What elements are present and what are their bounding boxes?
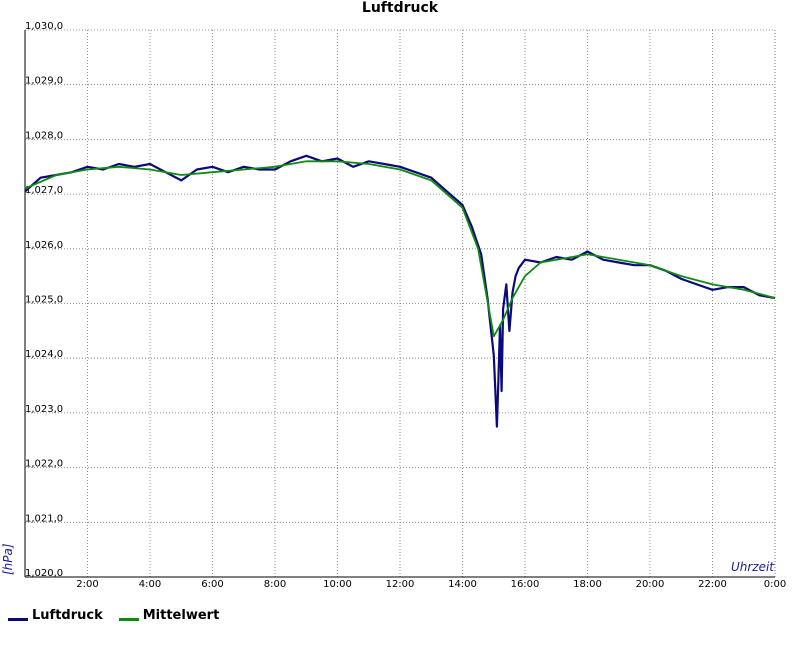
y-axis-ticks: 1,020,0 1,021,0 1,022,0 1,023,0 1,024,0 1,025… — [25, 21, 63, 579]
y-tick-label: 1,028,0 — [25, 130, 63, 141]
y-tick-label: 1,030,0 — [25, 21, 63, 32]
x-tick-label: 2:00 — [76, 579, 98, 590]
x-tick-label: 18:00 — [573, 579, 602, 590]
x-tick-label: 4:00 — [139, 579, 161, 590]
x-tick-label: 6:00 — [201, 579, 223, 590]
plot-area: 1,020,0 1,021,0 1,022,0 1,023,0 1,024,0 1,025… — [1, 21, 786, 590]
x-tick-label: 16:00 — [511, 579, 540, 590]
x-axis-label: Uhrzeit — [731, 560, 775, 574]
y-tick-label: 1,022,0 — [25, 459, 63, 470]
legend: Luftdruck Mittelwert — [8, 608, 219, 623]
legend-item-luftdruck: Luftdruck — [8, 608, 103, 623]
legend-swatch-luftdruck — [8, 618, 28, 621]
legend-label-luftdruck: Luftdruck — [32, 608, 103, 623]
y-axis-label: [hPa] — [1, 543, 15, 575]
x-tick-label: 12:00 — [386, 579, 415, 590]
x-tick-label: 20:00 — [636, 579, 665, 590]
x-tick-label: 8:00 — [264, 579, 286, 590]
y-tick-label: 1,029,0 — [25, 76, 63, 87]
y-tick-label: 1,020,0 — [25, 568, 63, 579]
x-tick-label: 0:00 — [764, 579, 786, 590]
x-axis-ticks: 2:00 4:00 6:00 8:00 10:00 12:00 14:00 16:00 18:0… — [76, 579, 786, 590]
y-tick-label: 1,021,0 — [25, 513, 63, 524]
y-tick-label: 1,023,0 — [25, 404, 63, 415]
x-tick-label: 22:00 — [698, 579, 727, 590]
y-tick-label: 1,026,0 — [25, 240, 63, 251]
legend-item-mittelwert: Mittelwert — [118, 608, 220, 623]
y-tick-label: 1,025,0 — [25, 295, 63, 306]
legend-swatch-mittelwert — [118, 618, 139, 621]
grid — [24, 29, 776, 578]
x-tick-label: 14:00 — [448, 579, 477, 590]
y-tick-label: 1,024,0 — [25, 349, 63, 360]
x-tick-label: 10:00 — [323, 579, 352, 590]
legend-label-mittelwert: Mittelwert — [142, 608, 220, 623]
